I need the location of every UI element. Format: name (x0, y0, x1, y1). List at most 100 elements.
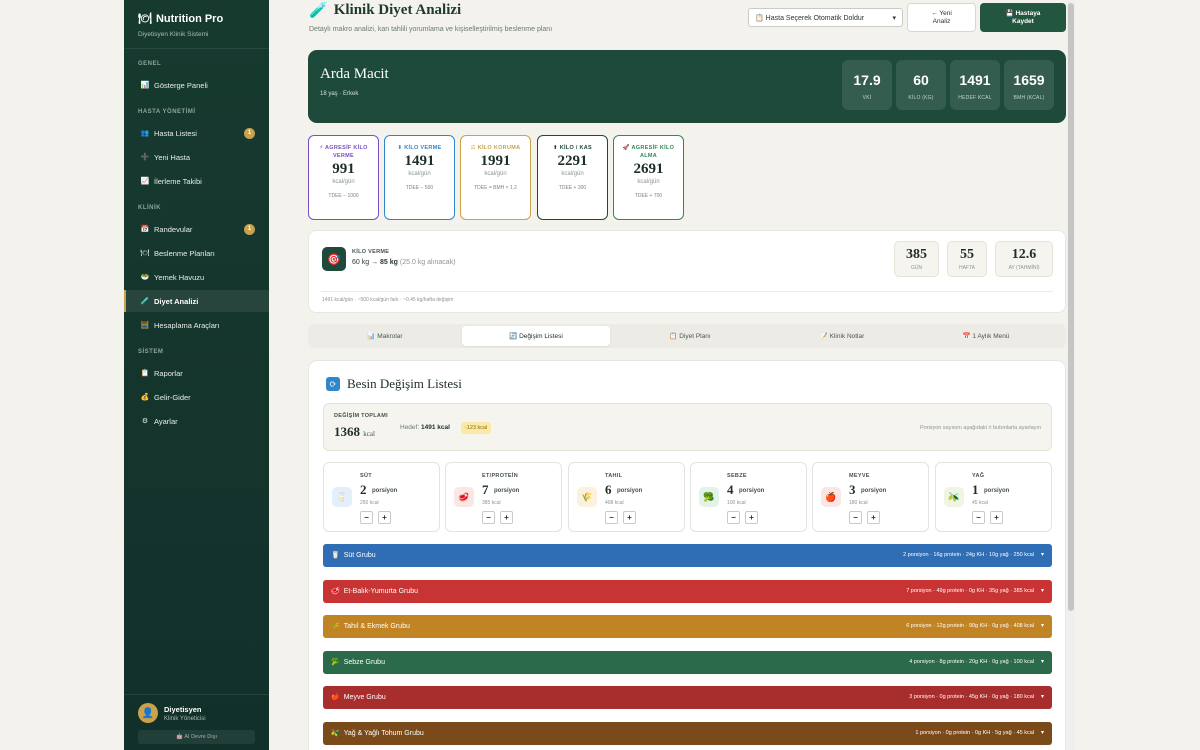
goal-card-aggressive-gain[interactable]: 🚀 AGRESİF KİLO ALMA 2691 kcal/gün TDEE +… (613, 135, 684, 220)
decrement-button[interactable]: − (849, 511, 862, 524)
summary-diff-badge: -123 kcal (461, 422, 492, 434)
grain-icon: 🌾 (331, 623, 340, 630)
sidebar-item-diet-analysis[interactable]: 🧪 Diyet Analizi (124, 290, 269, 312)
goal-card-weight-loss[interactable]: ⬇ KİLO VERME 1491 kcal/gün TDEE − 500 (384, 135, 455, 220)
tab-diet-plan[interactable]: 📋 Diyet Planı (616, 326, 764, 346)
stat-value: 60 (913, 72, 929, 88)
user-card[interactable]: 👤 Diyetisyen Klinik Yöneticisi (138, 703, 255, 723)
increment-button[interactable]: + (867, 511, 880, 524)
sidebar-item-food-pool[interactable]: 🥗 Yemek Havuzu (124, 266, 269, 288)
page-subtitle: Detaylı makro analizi, kan tahlili yorum… (309, 26, 553, 33)
page-margin-left (0, 0, 124, 750)
sidebar-item-calculators[interactable]: 🧮 Hesaplama Araçları (124, 314, 269, 336)
sidebar-item-label: Yemek Havuzu (154, 272, 205, 282)
tab-label: 🔄 Değişim Listesi (509, 333, 563, 340)
group-unit: porsiyon (984, 488, 1010, 494)
duration-days: 385 GÜN (894, 241, 939, 277)
sidebar-item-patient-list[interactable]: 👥 Hasta Listesi 1 (124, 122, 269, 144)
group-unit: porsiyon (739, 488, 765, 494)
ai-status-button[interactable]: 🤖 AI Devre Dışı (138, 730, 255, 744)
goal-card-muscle-gain[interactable]: ⬆ KİLO / KAS 2291 kcal/gün TDEE + 300 (537, 135, 608, 220)
decrement-button[interactable]: − (605, 511, 618, 524)
sidebar-item-progress[interactable]: 📈 İlerleme Takibi (124, 170, 269, 192)
avatar: 👤 (138, 703, 158, 723)
patient-select[interactable]: 📋 Hasta Seçerek Otomatik Doldur ▾ (748, 8, 903, 27)
decrement-button[interactable]: − (727, 511, 740, 524)
increment-button[interactable]: + (500, 511, 513, 524)
increment-button[interactable]: + (623, 511, 636, 524)
stat-label: HEDEF KCAL (958, 95, 992, 101)
stat-bmi: 17.9 VKİ (842, 60, 892, 110)
count-badge: 1 (244, 127, 255, 139)
group-kcal: 250 kcal (360, 500, 379, 506)
nav-section-general: GENEL (138, 61, 162, 67)
tab-clinical-notes[interactable]: 📝 Klinik Notlar (768, 326, 916, 346)
tab-monthly-menu[interactable]: 📅 1 Aylık Menü (912, 326, 1060, 346)
nav-section-system: SİSTEM (138, 349, 164, 355)
target-to: 85 kg (380, 259, 398, 266)
summary-target-value: 1491 kcal (420, 424, 450, 431)
summary-target: Hedef: 1491 kcal (400, 424, 450, 431)
chevron-down-icon: ▾ (1040, 659, 1044, 665)
group-bar-name: Tahıl & Ekmek Grubu (343, 622, 410, 630)
decrement-button[interactable]: − (360, 511, 373, 524)
tab-exchange-list[interactable]: 🔄 Değişim Listesi (462, 326, 610, 346)
sidebar-item-reports[interactable]: 📋 Raporlar (124, 362, 269, 384)
chevron-down-icon: ▾ (1040, 694, 1044, 700)
group-portions: 6 (605, 482, 612, 497)
group-card-milk: SÜT 🥛 2 porsiyon 250 kcal − + (323, 462, 440, 532)
target-icon: 🎯 (322, 247, 346, 271)
goal-card-aggressive-loss[interactable]: ⚡ AGRESİF KİLO VERME 991 kcal/gün TDEE −… (308, 135, 379, 220)
tab-label: 📊 Makrolar (367, 333, 403, 340)
target-goal-label: KİLO VERME (352, 249, 390, 255)
sidebar-item-nutrition-plans[interactable]: 🍽 Beslenme Planları (124, 242, 269, 264)
duration-weeks: 55 HAFTA (947, 241, 987, 277)
summary-hint: Porsiyon sayısını aşağıdaki ± butonlarla… (919, 425, 1041, 431)
scrollbar-thumb[interactable] (1068, 3, 1074, 611)
group-bar-protein[interactable]: 🥩 Et-Balık-Yumurta Grubu 7 porsiyon · 49g… (323, 580, 1052, 603)
group-bar-name: Meyve Grubu (343, 693, 386, 701)
sidebar-item-label: İlerleme Takibi (154, 176, 202, 186)
sidebar-item-label: Beslenme Planları (154, 248, 215, 258)
sidebar-item-label: Hesaplama Araçları (154, 320, 220, 330)
sidebar-item-finance[interactable]: 💰 Gelir-Gider (124, 386, 269, 408)
increment-button[interactable]: + (990, 511, 1003, 524)
sidebar-item-dashboard[interactable]: 📊 Gösterge Paneli (124, 74, 269, 96)
meat-icon: 🥩 (454, 487, 474, 507)
group-unit: porsiyon (617, 488, 643, 494)
sidebar-item-settings[interactable]: ⚙ Ayarlar (124, 410, 269, 432)
stat-bmr: 1659 BMH (KCAL) (1004, 60, 1054, 110)
goal-unit: kcal/gün (408, 170, 431, 177)
duration-label: AY (TAHMİNİ) (1008, 265, 1040, 271)
group-bar-vegetable[interactable]: 🥦 Sebze Grubu 4 porsiyon · 8g protein · 2… (323, 651, 1052, 674)
milk-icon: 🥛 (331, 552, 340, 559)
analysis-icon: 🧪 (140, 298, 150, 305)
target-weight-text: 60 kg → 85 kg (25.0 kg alınacak) (352, 259, 456, 266)
group-bar-summary: 6 porsiyon · 12g protein · 90g KH · 0g y… (906, 623, 1034, 629)
group-bar-name: Et-Balık-Yumurta Grubu (343, 587, 419, 595)
app-logo-icon: 🍽 (138, 13, 152, 25)
decrement-button[interactable]: − (972, 511, 985, 524)
sidebar-item-appointments[interactable]: 📅 Randevular 1 (124, 218, 269, 240)
save-to-patient-button[interactable]: 💾 Hastaya Kaydet (980, 3, 1066, 32)
fruit-icon: 🍎 (821, 487, 841, 507)
new-analysis-button[interactable]: ← Yeni Analiz (907, 3, 976, 32)
clipboard-icon: 📋 (755, 14, 766, 22)
group-bar-fruit[interactable]: 🍎 Meyve Grubu 3 porsiyon · 0g protein · 4… (323, 686, 1052, 709)
stat-label: KİLO (KG) (908, 95, 934, 101)
increment-button[interactable]: + (745, 511, 758, 524)
ai-status-label: AI Devre Dışı (184, 734, 218, 740)
group-card-protein: ET/PROTEİN 🥩 7 porsiyon 385 kcal − + (445, 462, 562, 532)
patient-select-value: Hasta Seçerek Otomatik Doldur (765, 14, 865, 22)
tab-macros[interactable]: 📊 Makrolar (311, 326, 459, 346)
group-bar-oil[interactable]: 🫒 Yağ & Yağlı Tohum Grubu 1 porsiyon · 0g… (323, 722, 1052, 745)
decrement-button[interactable]: − (482, 511, 495, 524)
sidebar-item-label: Randevular (154, 224, 193, 234)
group-bar-grain[interactable]: 🌾 Tahıl & Ekmek Grubu 6 porsiyon · 12g pr… (323, 615, 1052, 638)
goal-card-maintenance[interactable]: ⚖ KİLO KORUMA 1991 kcal/gün TDEE = BMH ×… (460, 135, 531, 220)
patient-info: 18 yaş · Erkek (320, 91, 359, 97)
sidebar-item-new-patient[interactable]: ➕ Yeni Hasta (124, 146, 269, 168)
group-bar-milk[interactable]: 🥛 Süt Grubu 2 porsiyon · 16g protein · 24… (323, 544, 1052, 567)
tab-label: 📅 1 Aylık Menü (962, 333, 1010, 340)
increment-button[interactable]: + (378, 511, 391, 524)
